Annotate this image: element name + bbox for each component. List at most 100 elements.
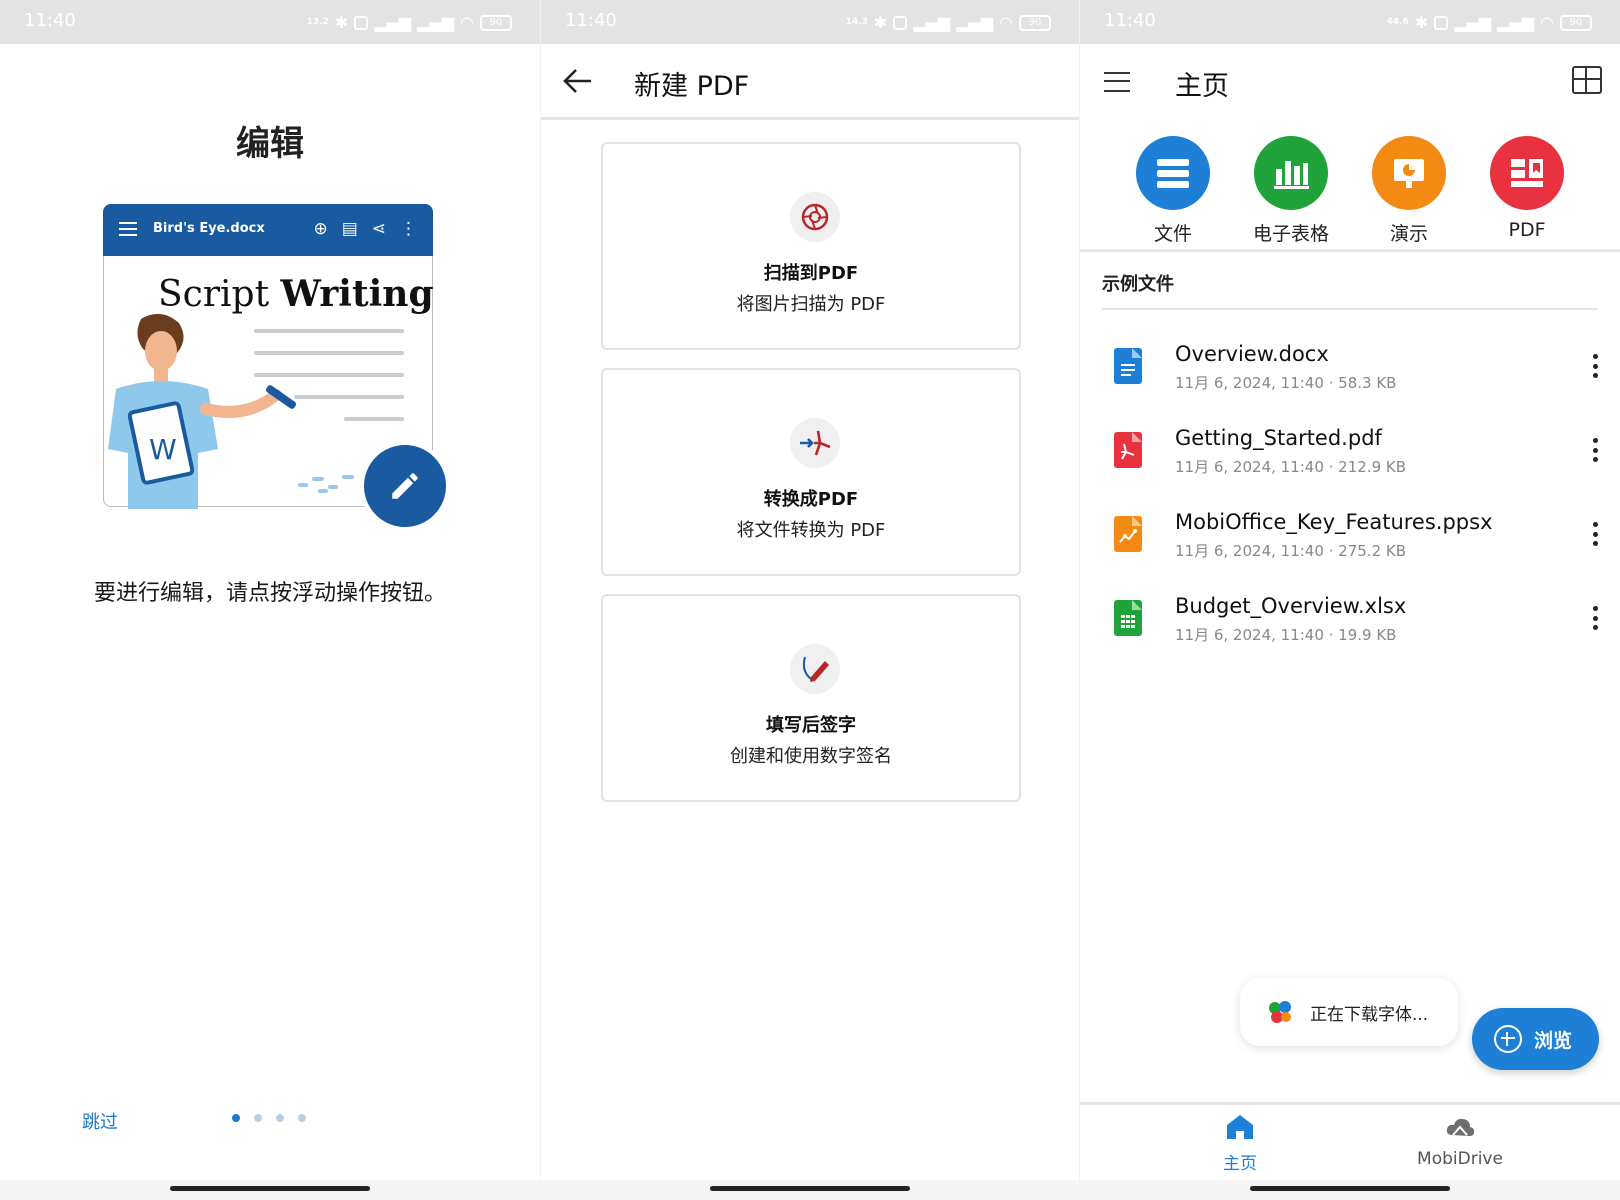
page-indicator	[232, 1114, 306, 1122]
grid-view-icon[interactable]	[1572, 66, 1602, 94]
nav-label: MobiDrive	[1417, 1149, 1503, 1169]
edit-fab-button[interactable]	[360, 441, 450, 531]
category-pdf[interactable]: PDF	[1477, 136, 1577, 241]
file-meta: 11月 6, 2024, 11:40 · 275.2 KB	[1175, 542, 1407, 560]
page-title: 编辑	[236, 124, 304, 164]
status-icons: 13.2 ✱ ▂▄▆ ▂▄▆ ◠ 90	[307, 13, 512, 32]
text-line	[294, 395, 404, 399]
nav-label: 主页	[1223, 1154, 1257, 1174]
file-row[interactable]: Budget_Overview.xlsx 11月 6, 2024, 11:40 …	[1080, 586, 1620, 670]
wifi-icon: ◠	[1540, 13, 1554, 32]
card-title: 转换成PDF	[763, 489, 859, 510]
onboarding-screen: 11:40 13.2 ✱ ▂▄▆ ▂▄▆ ◠ 90 编辑 Bird's Eye.…	[0, 0, 540, 1200]
wifi-icon: ◠	[460, 13, 474, 32]
card-subtitle: 将文件转换为 PDF	[736, 520, 886, 541]
section-title: 示例文件	[1102, 274, 1174, 295]
status-bar: 11:40 13.2 ✱ ▂▄▆ ▂▄▆ ◠ 90	[0, 0, 540, 44]
home-icon	[1227, 1115, 1253, 1139]
more-options-icon[interactable]	[1592, 438, 1598, 462]
page-dot	[232, 1114, 240, 1122]
skip-button[interactable]: 跳过	[82, 1108, 118, 1134]
more-options-icon[interactable]	[1592, 606, 1598, 630]
more-icon: ⋮	[400, 219, 417, 239]
reader-icon: ▤	[341, 219, 358, 239]
status-time: 11:40	[565, 10, 617, 31]
text-line	[344, 417, 404, 421]
category-label: 电子表格	[1252, 223, 1329, 245]
pencil-icon	[392, 473, 418, 499]
spreadsheet-icon	[1254, 136, 1328, 210]
home-indicator[interactable]	[710, 1186, 910, 1191]
menu-icon[interactable]	[1104, 72, 1130, 92]
bluetooth-icon: ✱	[334, 13, 349, 32]
docx-file-icon	[1114, 348, 1142, 384]
status-icons: 44.6 ✱ ▂▄▆ ▂▄▆ ◠ 90	[1387, 13, 1592, 32]
home-indicator[interactable]	[170, 1186, 370, 1191]
battery-icon: 90	[1019, 14, 1051, 31]
pen-sign-icon	[790, 644, 840, 694]
card-title: 扫描到PDF	[763, 263, 859, 284]
signal-icon: ▂▄▆	[913, 13, 951, 32]
signal-icon-2: ▂▄▆	[417, 13, 455, 32]
convert-to-pdf-card[interactable]: 转换成PDF 将文件转换为 PDF	[601, 368, 1021, 576]
battery-icon: 90	[1560, 14, 1592, 31]
category-spreadsheets[interactable]: 电子表格	[1241, 136, 1341, 246]
page-dot	[276, 1114, 284, 1122]
file-row[interactable]: Overview.docx 11月 6, 2024, 11:40 · 58.3 …	[1080, 334, 1620, 418]
presentation-icon	[1372, 136, 1446, 210]
share-icon: ⋖	[371, 219, 386, 239]
new-pdf-screen: 11:40 14.3 ✱ ▂▄▆ ▂▄▆ ◠ 90 新建 PDF 扫描到PDF …	[541, 0, 1079, 1200]
more-options-icon[interactable]	[1592, 522, 1598, 546]
file-row[interactable]: MobiOffice_Key_Features.ppsx 11月 6, 2024…	[1080, 502, 1620, 586]
status-time: 11:40	[1104, 10, 1156, 31]
file-meta: 11月 6, 2024, 11:40 · 58.3 KB	[1175, 374, 1397, 392]
signal-icon: ▂▄▆	[1454, 13, 1492, 32]
status-bar: 11:40 14.3 ✱ ▂▄▆ ▂▄▆ ◠ 90	[541, 0, 1079, 44]
battery-icon: 90	[480, 14, 512, 31]
word-badge-letter: W	[149, 433, 177, 466]
browse-fab-button[interactable]: 浏览	[1472, 1008, 1599, 1070]
home-indicator[interactable]	[1250, 1186, 1450, 1191]
ppsx-file-icon	[1114, 516, 1142, 552]
file-name: Budget_Overview.xlsx	[1175, 594, 1407, 618]
card-subtitle: 创建和使用数字签名	[730, 746, 892, 767]
page-dot	[298, 1114, 306, 1122]
bluetooth-icon: ✱	[1414, 13, 1429, 32]
status-icons: 14.3 ✱ ▂▄▆ ▂▄▆ ◠ 90	[846, 13, 1051, 32]
document-icon	[1136, 136, 1210, 210]
globe-icon: ⊕	[313, 219, 328, 239]
pdf-icon	[1490, 136, 1564, 210]
camera-aperture-icon	[790, 192, 840, 242]
category-label: PDF	[1508, 219, 1546, 241]
app-bar: 主页	[1080, 44, 1620, 120]
download-toast: 正在下载字体...	[1240, 978, 1458, 1046]
fill-and-sign-card[interactable]: 填写后签字 创建和使用数字签名	[601, 594, 1021, 802]
doc-name: Bird's Eye.docx	[153, 221, 265, 236]
signal-icon: ▂▄▆	[374, 13, 412, 32]
app-logo-icon	[1269, 1001, 1291, 1023]
back-arrow-icon[interactable]	[561, 66, 595, 96]
category-presentations[interactable]: 演示	[1359, 136, 1459, 246]
writer-person-illustration: W	[108, 313, 297, 509]
page-title: 新建 PDF	[634, 71, 750, 102]
wifi-icon: ◠	[999, 13, 1013, 32]
category-documents[interactable]: 文件	[1123, 136, 1223, 246]
instruction-text: 要进行编辑，请点按浮动操作按钮。	[93, 581, 446, 606]
browse-label: 浏览	[1534, 1030, 1573, 1052]
file-name: Overview.docx	[1175, 342, 1329, 366]
nav-home[interactable]: 主页	[1180, 1113, 1300, 1174]
menu-icon	[119, 222, 137, 236]
toast-text: 正在下载字体...	[1310, 1005, 1429, 1025]
file-meta: 11月 6, 2024, 11:40 · 19.9 KB	[1175, 626, 1397, 644]
convert-pdf-icon	[790, 418, 840, 468]
mute-icon	[1434, 15, 1449, 30]
more-options-icon[interactable]	[1592, 354, 1598, 378]
file-row[interactable]: Getting_Started.pdf 11月 6, 2024, 11:40 ·…	[1080, 418, 1620, 502]
ink-splash-decoration	[298, 475, 354, 493]
scan-to-pdf-card[interactable]: 扫描到PDF 将图片扫描为 PDF	[601, 142, 1021, 350]
nav-mobidrive[interactable]: MobiDrive	[1400, 1113, 1520, 1169]
category-label: 文件	[1153, 223, 1192, 245]
card-subtitle: 将图片扫描为 PDF	[736, 294, 886, 315]
signal-icon-2: ▂▄▆	[1497, 13, 1535, 32]
status-time: 11:40	[24, 10, 76, 31]
